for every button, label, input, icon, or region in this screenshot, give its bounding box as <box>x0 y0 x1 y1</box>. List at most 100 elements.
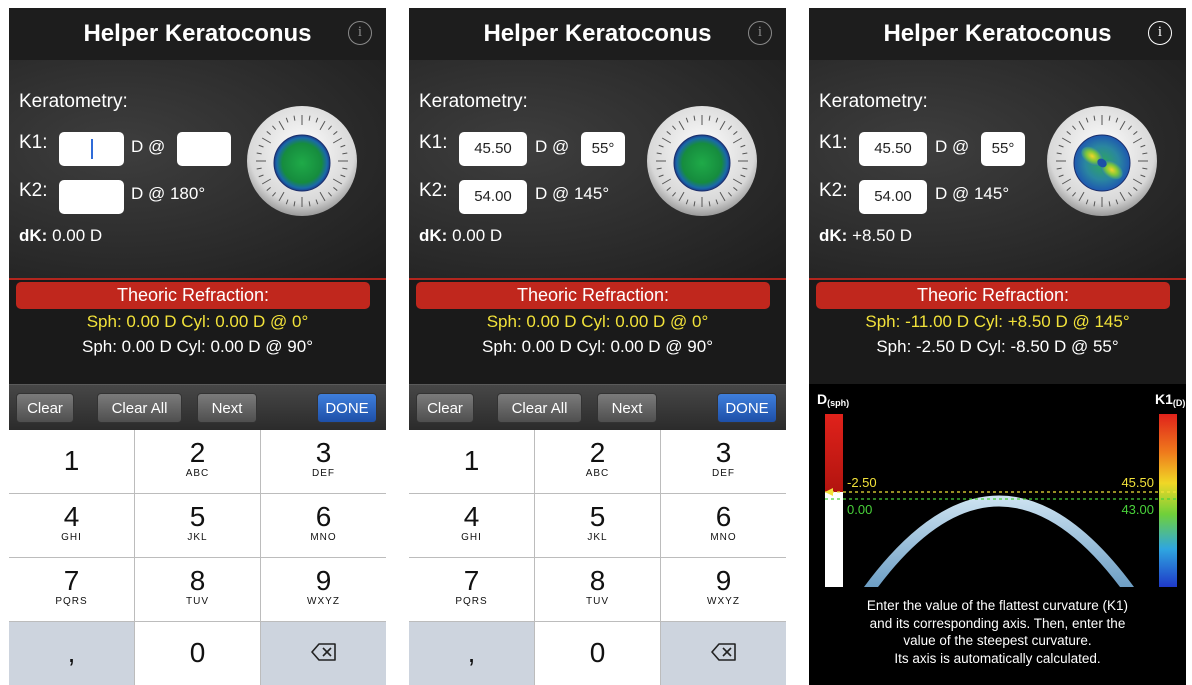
screen-3: Helper Keratoconus i Keratometry: K1: 45… <box>809 8 1186 685</box>
refraction-line-2: Sph: 0.00 D Cyl: 0.00 D @ 90° <box>481 337 713 356</box>
k1-value-field[interactable] <box>59 132 124 166</box>
key-3[interactable]: 3 DEF <box>261 430 386 493</box>
key-0[interactable]: 0 <box>135 622 260 685</box>
key-letters: ABC <box>585 468 610 479</box>
info-icon[interactable]: i <box>348 21 372 45</box>
dk-readout: dK: 0.00 D <box>419 226 502 246</box>
key-0[interactable]: 0 <box>535 622 660 685</box>
cornea-profile <box>864 495 1134 587</box>
key-2[interactable]: 2 ABC <box>135 430 260 493</box>
dk-label: dK: <box>19 226 48 245</box>
key-letters: GHI <box>61 532 82 543</box>
next-button[interactable]: Next <box>197 393 257 423</box>
numeric-keypad: 1 2 ABC 3 DEF 4 GHI 5 JKL 6 MNO 7 PQRS 8 TUV 9 WXYZ, 0 <box>409 430 786 685</box>
dk-label: dK: <box>419 226 448 245</box>
title-bar: Helper Keratoconus i <box>9 8 386 60</box>
key-digit: 5 <box>589 501 606 532</box>
screen-1: Helper Keratoconus i Keratometry: K1: D … <box>9 8 386 685</box>
k2-value-field[interactable]: 54.00 <box>859 180 927 214</box>
key-letters: PQRS <box>455 596 488 607</box>
key-6[interactable]: 6 MNO <box>261 494 386 557</box>
dk-label: dK: <box>819 226 848 245</box>
numeric-keypad: 1 2 ABC 3 DEF 4 GHI 5 JKL 6 MNO 7 PQRS 8 TUV 9 WXYZ, 0 <box>9 430 386 685</box>
dk-value: 0.00 D <box>452 226 503 245</box>
clear-all-button[interactable]: Clear All <box>497 393 582 423</box>
keratometry-label: Keratometry: <box>419 91 528 112</box>
key-digit: 7 <box>63 565 80 596</box>
keratometry-label: Keratometry: <box>19 91 128 112</box>
info-icon[interactable]: i <box>1148 21 1172 45</box>
refraction-line-1: Sph: 0.00 D Cyl: 0.00 D @ 0° <box>486 312 709 331</box>
sphere-value-bottom: 0.00 <box>847 502 872 517</box>
key-4[interactable]: 4 GHI <box>409 494 534 557</box>
key-letters: PQRS <box>55 596 88 607</box>
key-digit: 9 <box>315 565 332 596</box>
done-button[interactable]: DONE <box>317 393 377 423</box>
d-at-label-1: D @ <box>535 137 570 156</box>
title-bar: Helper Keratoconus i <box>809 8 1186 60</box>
key-digit: 9 <box>715 565 732 596</box>
key-digit: 1 <box>63 445 80 476</box>
d-at-label-2: D @ 145° <box>535 184 610 203</box>
keratometry-label: Keratometry: <box>819 91 928 112</box>
keyboard-toolbar: Clear Clear All Next DONE <box>409 384 786 430</box>
dk-readout: dK: +8.50 D <box>819 226 912 246</box>
key-9[interactable]: 9 WXYZ <box>661 558 786 621</box>
right-gauge-sublabel: (D) <box>1173 398 1186 408</box>
key-7[interactable]: 7 PQRS <box>409 558 534 621</box>
dk-value: 0.00 D <box>52 226 103 245</box>
key-5[interactable]: 5 JKL <box>535 494 660 557</box>
key-letters: TUV <box>186 596 209 607</box>
key-digit: 4 <box>63 501 80 532</box>
info-icon[interactable]: i <box>748 21 772 45</box>
k2-value-field[interactable] <box>59 180 124 214</box>
next-button[interactable]: Next <box>597 393 657 423</box>
key-9[interactable]: 9 WXYZ <box>261 558 386 621</box>
sphere-value-top: -2.50 <box>847 475 877 490</box>
done-button[interactable]: DONE <box>717 393 777 423</box>
refraction-panel: Theoric Refraction: Sph: -11.00 D Cyl: +… <box>809 280 1186 384</box>
key-1[interactable]: 1 <box>9 430 134 493</box>
clear-all-button[interactable]: Clear All <box>97 393 182 423</box>
text-cursor <box>91 139 93 159</box>
key-letters: WXYZ <box>307 596 340 607</box>
key-comma[interactable]: , <box>409 622 534 685</box>
key-comma[interactable]: , <box>9 622 134 685</box>
refraction-line-1: Sph: -11.00 D Cyl: +8.50 D @ 145° <box>865 312 1130 331</box>
corneal-topography-dial-icon <box>247 106 357 216</box>
key-3[interactable]: 3 DEF <box>661 430 786 493</box>
key-2[interactable]: 2 ABC <box>535 430 660 493</box>
key-digit: 3 <box>315 437 332 468</box>
key-8[interactable]: 8 TUV <box>135 558 260 621</box>
refraction-title: Theoric Refraction: <box>16 282 370 309</box>
key-4[interactable]: 4 GHI <box>9 494 134 557</box>
left-gauge-label: D <box>817 391 827 407</box>
clear-button[interactable]: Clear <box>416 393 474 423</box>
refraction-title: Theoric Refraction: <box>816 282 1170 309</box>
key-letters: WXYZ <box>707 596 740 607</box>
k1-value-field[interactable]: 45.50 <box>459 132 527 166</box>
curvature-gauge-panel: D(sph) K1(D) -2.50 0.00 45.50 43.00 Ente… <box>809 384 1186 685</box>
key-digit: 0 <box>189 637 206 668</box>
sphere-scale-white <box>825 492 843 587</box>
backspace-icon <box>310 643 336 661</box>
delete-key[interactable] <box>261 622 386 685</box>
key-1[interactable]: 1 <box>409 430 534 493</box>
key-8[interactable]: 8 TUV <box>535 558 660 621</box>
k1-axis-field[interactable]: 55° <box>581 132 625 166</box>
k1-axis-field[interactable]: 55° <box>981 132 1025 166</box>
refraction-panel: Theoric Refraction: Sph: 0.00 D Cyl: 0.0… <box>409 280 786 384</box>
k1-label: K1: <box>19 132 48 153</box>
key-digit: , <box>67 637 76 668</box>
clear-button[interactable]: Clear <box>16 393 74 423</box>
app-title: Helper Keratoconus <box>83 20 312 47</box>
k1-value-field[interactable]: 45.50 <box>859 132 927 166</box>
k2-value-field[interactable]: 54.00 <box>459 180 527 214</box>
key-7[interactable]: 7 PQRS <box>9 558 134 621</box>
key-5[interactable]: 5 JKL <box>135 494 260 557</box>
k1-axis-field[interactable] <box>177 132 231 166</box>
delete-key[interactable] <box>661 622 786 685</box>
key-6[interactable]: 6 MNO <box>661 494 786 557</box>
d-at-label-1: D @ <box>131 137 166 156</box>
k1-label: K1: <box>419 132 448 153</box>
